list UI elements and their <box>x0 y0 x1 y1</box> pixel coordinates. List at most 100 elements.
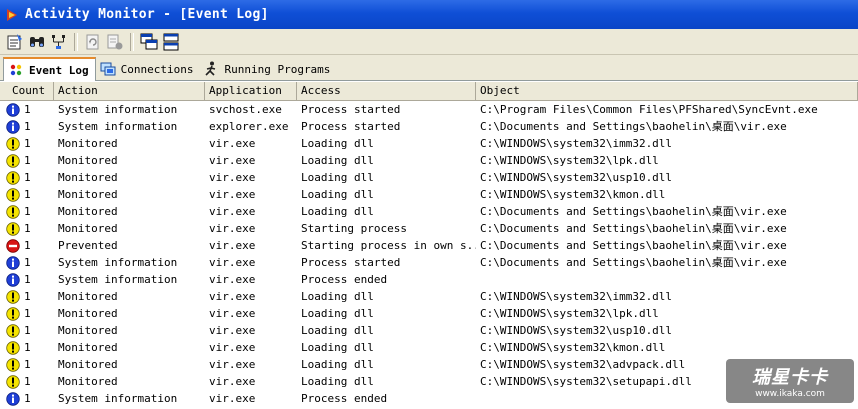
warning-icon <box>6 289 20 304</box>
cell-object: C:\Documents and Settings\baohelin\桌面\vi… <box>480 205 787 218</box>
cascade-button[interactable] <box>138 31 160 53</box>
count-value: 1 <box>24 103 31 116</box>
cell-action: Monitored <box>58 290 118 303</box>
cell-application: vir.exe <box>209 239 256 252</box>
cell-count: 1 <box>0 152 54 169</box>
count-value: 1 <box>24 375 31 388</box>
table-row[interactable]: 1 System information vir.exe Process starte… <box>0 254 858 271</box>
table-row[interactable]: 1 Monitored vir.exe Loading dll C:\Documents… <box>0 203 858 220</box>
cell-application: vir.exe <box>209 205 256 218</box>
cell-action: Monitored <box>58 307 118 320</box>
info-icon <box>6 255 20 270</box>
cell-access: Process started <box>301 256 401 269</box>
find-icon <box>30 36 44 47</box>
cell-count: 1 <box>0 373 54 390</box>
count-value: 1 <box>24 358 31 371</box>
column-header-access[interactable]: Access <box>297 82 476 100</box>
cell-action: System information <box>58 256 178 269</box>
cell-application: vir.exe <box>209 358 256 371</box>
tab-running-programs[interactable]: Running Programs <box>199 58 336 80</box>
watermark: 瑞星卡卡 www.ikaka.com <box>726 359 854 403</box>
tile-button[interactable] <box>160 31 182 53</box>
warning-icon <box>6 323 20 338</box>
cell-application: vir.exe <box>209 375 256 388</box>
clear-icon <box>107 34 123 49</box>
cell-action: Monitored <box>58 137 118 150</box>
cell-action: Monitored <box>58 341 118 354</box>
cell-access: Process ended <box>301 392 388 405</box>
cell-count: 1 <box>0 169 54 186</box>
cell-object: C:\Documents and Settings\baohelin\桌面\vi… <box>480 256 787 269</box>
filter-button[interactable] <box>48 31 70 53</box>
watermark-logo-text: 瑞星卡卡 <box>752 367 828 388</box>
tab-label: Event Log <box>29 63 89 77</box>
cell-action: Monitored <box>58 205 118 218</box>
properties-icon <box>7 33 22 49</box>
table-row[interactable]: 1 Monitored vir.exe Loading dll C:\WINDOWS\s… <box>0 169 858 186</box>
cell-object: C:\WINDOWS\system32\lpk.dll <box>480 154 659 167</box>
window-title: Activity Monitor - [Event Log] <box>25 7 269 22</box>
cell-action: System information <box>58 120 178 133</box>
cell-object: C:\Documents and Settings\baohelin\桌面\vi… <box>480 222 787 235</box>
info-icon <box>6 272 20 287</box>
table-row[interactable]: 1 Monitored vir.exe Loading dll C:\WINDOWS\s… <box>0 135 858 152</box>
cell-object: C:\WINDOWS\system32\imm32.dll <box>480 137 673 150</box>
column-header-action[interactable]: Action <box>54 82 205 100</box>
running-programs-icon <box>205 61 216 76</box>
filter-icon <box>52 34 65 49</box>
table-row[interactable]: 1 Monitored vir.exe Loading dll C:\WINDOWS\s… <box>0 288 858 305</box>
count-value: 1 <box>24 392 31 405</box>
cell-object: C:\WINDOWS\system32\usp10.dll <box>480 171 673 184</box>
cell-access: Process started <box>301 120 401 133</box>
cell-access: Loading dll <box>301 171 374 184</box>
cell-action: Monitored <box>58 188 118 201</box>
cell-object: C:\Documents and Settings\baohelin\桌面\vi… <box>480 120 787 133</box>
table-row[interactable]: 1 System information svchost.exe Process st… <box>0 101 858 118</box>
cell-access: Process started <box>301 103 401 116</box>
count-value: 1 <box>24 120 31 133</box>
table-row[interactable]: 1 Monitored vir.exe Starting process C:\Docu… <box>0 220 858 237</box>
table-row[interactable]: 1 Prevented vir.exe Starting process in own… <box>0 237 858 254</box>
event-log-icon <box>10 64 22 76</box>
tab-event-log[interactable]: Event Log <box>3 57 96 81</box>
cell-count: 1 <box>0 220 54 237</box>
column-header-object[interactable]: Object <box>476 82 858 100</box>
cell-access: Starting process in own s... <box>301 239 476 252</box>
count-value: 1 <box>24 222 31 235</box>
column-header-application[interactable]: Application <box>205 82 297 100</box>
warning-icon <box>6 136 20 151</box>
cell-count: 1 <box>0 322 54 339</box>
table-row[interactable]: 1 System information vir.exe Process ended <box>0 271 858 288</box>
cell-action: Monitored <box>58 154 118 167</box>
tab-connections[interactable]: Connections <box>96 58 200 80</box>
tab-strip: Event Log Connections Running Programs <box>0 55 858 81</box>
count-value: 1 <box>24 273 31 286</box>
cell-application: vir.exe <box>209 290 256 303</box>
table-row[interactable]: 1 System information explorer.exe Process s… <box>0 118 858 135</box>
count-value: 1 <box>24 171 31 184</box>
cell-count: 1 <box>0 101 54 118</box>
count-value: 1 <box>24 137 31 150</box>
table-row[interactable]: 1 Monitored vir.exe Loading dll C:\WINDOWS\s… <box>0 152 858 169</box>
properties-button[interactable] <box>4 31 26 53</box>
warning-icon <box>6 357 20 372</box>
cell-object <box>476 271 858 288</box>
table-row[interactable]: 1 Monitored vir.exe Loading dll C:\WINDOWS\s… <box>0 322 858 339</box>
cell-object: C:\WINDOWS\system32\lpk.dll <box>480 307 659 320</box>
cell-application: vir.exe <box>209 307 256 320</box>
cell-application: vir.exe <box>209 341 256 354</box>
count-value: 1 <box>24 154 31 167</box>
cell-object: C:\Documents and Settings\baohelin\桌面\vi… <box>480 239 787 252</box>
find-button[interactable] <box>26 31 48 53</box>
cell-action: System information <box>58 392 178 405</box>
refresh-button[interactable] <box>82 31 104 53</box>
table-row[interactable]: 1 Monitored vir.exe Loading dll C:\WINDOWS\s… <box>0 339 858 356</box>
table-row[interactable]: 1 Monitored vir.exe Loading dll C:\WINDOWS\s… <box>0 186 858 203</box>
clear-button[interactable] <box>104 31 126 53</box>
table-row[interactable]: 1 Monitored vir.exe Loading dll C:\WINDOWS\s… <box>0 305 858 322</box>
warning-icon <box>6 374 20 389</box>
cell-count: 1 <box>0 118 54 135</box>
count-value: 1 <box>24 307 31 320</box>
column-header-count[interactable]: Count <box>0 82 54 100</box>
cell-action: Prevented <box>58 239 118 252</box>
